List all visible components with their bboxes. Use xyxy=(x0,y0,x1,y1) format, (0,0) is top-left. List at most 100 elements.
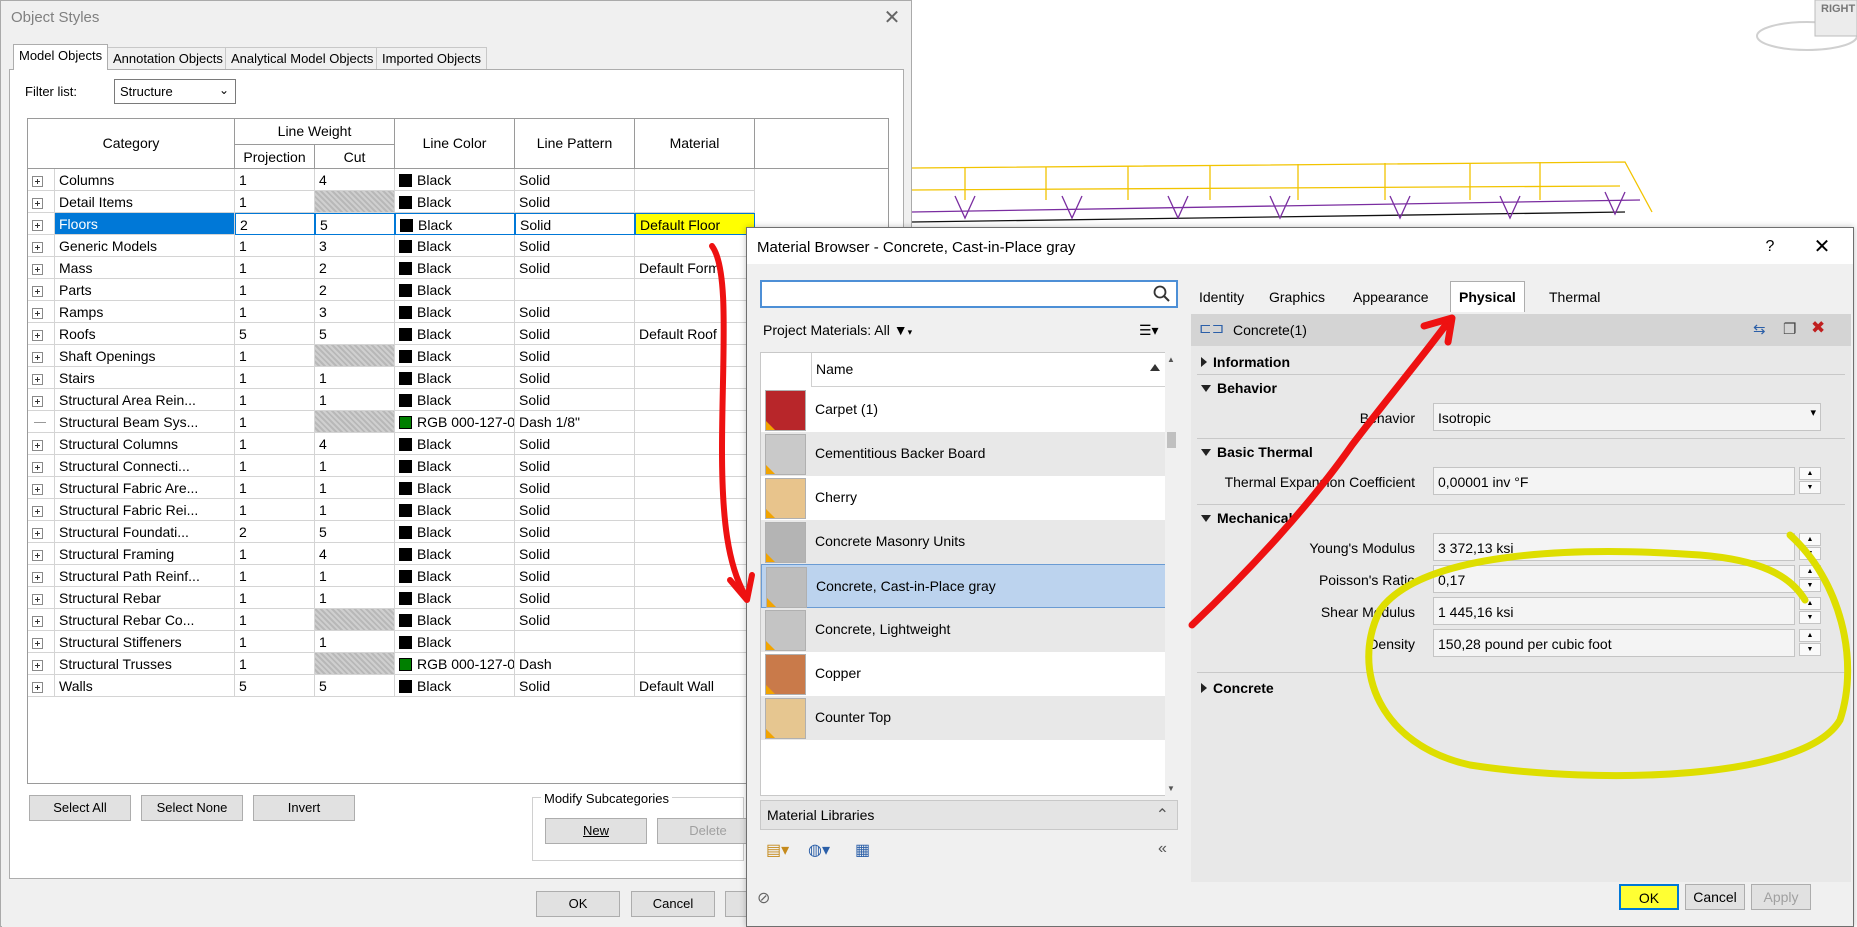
material-cell[interactable]: Default Floor xyxy=(635,213,755,235)
expand-cell[interactable] xyxy=(28,367,55,389)
replace-asset-icon[interactable]: ⇆ xyxy=(1753,320,1766,338)
material-cell[interactable] xyxy=(635,345,755,367)
projection-cell[interactable]: 1 xyxy=(235,257,315,279)
table-row[interactable]: Structural Rebar Co... 1 Black Solid xyxy=(28,609,755,631)
invert-button[interactable]: Invert xyxy=(253,795,355,821)
table-row[interactable]: Structural Path Reinf... 1 1 Black Solid xyxy=(28,565,755,587)
line-pattern-cell[interactable]: Solid xyxy=(515,477,635,499)
projection-cell[interactable]: 1 xyxy=(235,301,315,323)
projection-cell[interactable]: 1 xyxy=(235,543,315,565)
poissons-ratio-field[interactable]: 0,17 xyxy=(1433,565,1795,593)
expand-cell[interactable] xyxy=(28,609,55,631)
expand-cell[interactable] xyxy=(28,543,55,565)
new-subcategory-button[interactable]: New xyxy=(545,818,647,844)
line-pattern-cell[interactable]: Solid xyxy=(515,433,635,455)
expand-icon[interactable] xyxy=(32,462,43,473)
material-list-item[interactable]: Concrete Masonry Units xyxy=(761,520,1166,564)
projection-cell[interactable]: 1 xyxy=(235,191,315,213)
cut-cell[interactable] xyxy=(315,609,395,631)
expand-icon[interactable] xyxy=(32,440,43,451)
category-cell[interactable]: Columns xyxy=(55,169,235,191)
material-cell[interactable] xyxy=(635,565,755,587)
material-cell[interactable] xyxy=(635,389,755,411)
cut-cell[interactable]: 1 xyxy=(315,499,395,521)
expand-icon[interactable] xyxy=(32,484,43,495)
line-pattern-cell[interactable]: Solid xyxy=(515,609,635,631)
line-color-cell[interactable]: Black xyxy=(395,455,515,477)
line-color-cell[interactable]: Black xyxy=(395,345,515,367)
cut-cell[interactable]: 1 xyxy=(315,367,395,389)
projection-cell[interactable]: 1 xyxy=(235,235,315,257)
table-row[interactable]: Structural Beam Sys... 1 RGB 000-127-0 Dash… xyxy=(28,411,755,433)
shear-modulus-field[interactable]: 1 445,16 ksi xyxy=(1433,597,1795,625)
category-cell[interactable]: Structural Fabric Are... xyxy=(55,477,235,499)
material-list-item[interactable]: Copper xyxy=(761,652,1166,696)
cut-cell[interactable]: 1 xyxy=(315,455,395,477)
material-search-input[interactable] xyxy=(760,280,1178,308)
cut-cell[interactable]: 1 xyxy=(315,631,395,653)
line-pattern-cell[interactable]: Solid xyxy=(515,455,635,477)
duplicate-asset-icon[interactable]: ❐ xyxy=(1783,320,1796,338)
line-color-cell[interactable]: RGB 000-127-0 xyxy=(395,653,515,675)
material-cell[interactable] xyxy=(635,235,755,257)
expand-icon[interactable] xyxy=(32,550,43,561)
projection-cell[interactable]: 5 xyxy=(235,675,315,697)
line-color-cell[interactable]: Black xyxy=(395,477,515,499)
category-cell[interactable]: Shaft Openings xyxy=(55,345,235,367)
table-row[interactable]: Columns 1 4 Black Solid xyxy=(28,169,755,191)
header-material[interactable]: Material xyxy=(635,119,755,169)
projection-cell[interactable]: 1 xyxy=(235,609,315,631)
projection-cell[interactable]: 1 xyxy=(235,565,315,587)
asset-editor-icon[interactable]: ▦ xyxy=(855,840,870,860)
shear-modulus-spinner[interactable]: ▲ ▼ xyxy=(1799,597,1821,625)
section-mechanical[interactable]: Mechanical xyxy=(1201,510,1292,526)
filter-list-select[interactable]: Structure ⌄ xyxy=(114,79,236,104)
category-cell[interactable]: Mass xyxy=(55,257,235,279)
line-pattern-cell[interactable]: Dash xyxy=(515,653,635,675)
cut-cell[interactable]: 4 xyxy=(315,169,395,191)
cut-cell[interactable]: 3 xyxy=(315,235,395,257)
projection-cell[interactable]: 1 xyxy=(235,367,315,389)
material-browser-ok-button[interactable]: OK xyxy=(1619,884,1679,910)
category-cell[interactable]: Floors xyxy=(55,213,235,235)
category-cell[interactable]: Generic Models xyxy=(55,235,235,257)
material-list-item[interactable]: Cherry xyxy=(761,476,1166,520)
tab-annotation-objects[interactable]: Annotation Objects xyxy=(107,47,229,69)
material-cell[interactable] xyxy=(635,411,755,433)
line-color-cell[interactable]: Black xyxy=(395,675,515,697)
thermal-expansion-field[interactable]: 0,00001 inv °F xyxy=(1433,467,1795,495)
expand-up-icon[interactable]: ⌃ xyxy=(1156,805,1169,825)
open-library-icon[interactable]: ▤▾ xyxy=(766,840,789,860)
expand-icon[interactable] xyxy=(32,528,43,539)
section-behavior[interactable]: Behavior xyxy=(1201,380,1277,396)
expand-icon[interactable] xyxy=(32,374,43,385)
category-cell[interactable]: Roofs xyxy=(55,323,235,345)
line-pattern-cell[interactable]: Solid xyxy=(515,543,635,565)
table-row[interactable]: Walls 5 5 Black Solid Default Wall xyxy=(28,675,755,697)
expand-icon[interactable] xyxy=(32,616,43,627)
table-row[interactable]: Structural Fabric Rei... 1 1 Black Solid xyxy=(28,499,755,521)
line-color-cell[interactable]: Black xyxy=(395,543,515,565)
line-color-cell[interactable]: Black xyxy=(395,609,515,631)
category-cell[interactable]: Structural Foundati... xyxy=(55,521,235,543)
expand-cell[interactable] xyxy=(28,653,55,675)
category-cell[interactable]: Structural Path Reinf... xyxy=(55,565,235,587)
table-row[interactable]: Structural Foundati... 2 5 Black Solid xyxy=(28,521,755,543)
table-row[interactable]: Structural Rebar 1 1 Black Solid xyxy=(28,587,755,609)
expand-cell[interactable] xyxy=(28,411,55,433)
cut-cell[interactable]: 1 xyxy=(315,477,395,499)
density-spinner[interactable]: ▲ ▼ xyxy=(1799,629,1821,657)
collapse-panel-icon[interactable]: « xyxy=(1158,840,1167,858)
table-row[interactable]: Detail Items 1 Black Solid xyxy=(28,191,755,213)
line-pattern-cell[interactable]: Solid xyxy=(515,301,635,323)
expand-cell[interactable] xyxy=(28,169,55,191)
material-cell[interactable] xyxy=(635,279,755,301)
cut-cell[interactable]: 1 xyxy=(315,565,395,587)
expand-icon[interactable] xyxy=(32,594,43,605)
expand-cell[interactable] xyxy=(28,499,55,521)
category-cell[interactable]: Structural Connecti... xyxy=(55,455,235,477)
cut-cell[interactable]: 5 xyxy=(315,675,395,697)
projection-cell[interactable]: 1 xyxy=(235,279,315,301)
material-cell[interactable]: Default Wall xyxy=(635,675,755,697)
youngs-modulus-field[interactable]: 3 372,13 ksi xyxy=(1433,533,1795,561)
